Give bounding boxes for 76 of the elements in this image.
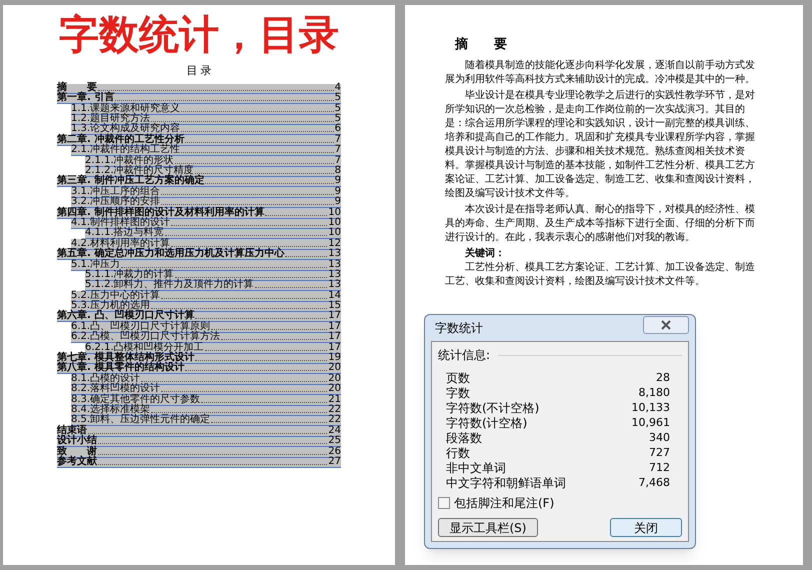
stat-label: 中文字符和朝鲜语单词 — [446, 476, 566, 490]
toc-entry[interactable]: 结束语 — [57, 426, 87, 436]
toc-page-number: 10 — [328, 228, 341, 238]
checkbox[interactable] — [438, 497, 450, 509]
toc-page-number: 13 — [328, 270, 341, 280]
section-label: 统计信息: — [438, 347, 490, 364]
stat-label: 页数 — [446, 370, 470, 384]
toc-page-number: 22 — [328, 405, 341, 415]
close-icon — [661, 320, 671, 330]
toc-entry[interactable]: 5.1.冲压力 — [71, 260, 120, 270]
toc-page-number: 13 — [328, 280, 341, 290]
stat-label: 段落数 — [446, 430, 482, 444]
toc-entry[interactable]: 设计小结 — [57, 436, 97, 446]
toc-page-number: 10 — [328, 208, 341, 218]
toc-page-number: 17 — [328, 322, 341, 332]
stat-label: 字数 — [446, 386, 470, 400]
toc-page-number: 19 — [328, 353, 341, 364]
toc-page-number: 20 — [328, 363, 341, 374]
keywords-label: 关键词： — [464, 246, 506, 260]
toc-page-number: 26 — [328, 446, 341, 457]
toc-page-number: 17 — [328, 332, 341, 342]
toc-page-number: 17 — [328, 311, 341, 322]
toc-page-number: 6 — [334, 124, 341, 134]
stat-label: 字符数(计空格) — [446, 416, 528, 430]
keywords-text: 工艺性分析、模具工艺方案论证、工艺计算、加工设备选定、制造工艺、收集和查阅设计资料，绘图及编写设计技术文件等。 — [445, 260, 756, 288]
toc-page-number: 5 — [334, 93, 341, 104]
body-paragraph: 本次设计是在指导老师认真、耐心的指导下，对模具的经济性、模具的寿命、生产周期、及生产成本等指标下进行全面、仔细的分析下而进行设计的。在此，我表示衷心的感谢他们对我的教诲。 — [445, 202, 756, 244]
stat-label: 行数 — [446, 446, 470, 460]
toc-entry[interactable]: 参考文献 — [57, 456, 97, 467]
stat-value: 727 — [649, 446, 670, 460]
toc-page-number: 15 — [328, 301, 341, 312]
title-overlay: 字数统计，目录 — [59, 11, 339, 59]
toc-page-number: 13 — [328, 260, 341, 270]
dialog-button[interactable]: 显示工具栏(S) — [438, 518, 538, 537]
toc-page-number: 9 — [334, 176, 341, 186]
stat-label: 字符数(不计空格) — [446, 400, 540, 414]
toc-page-number: 9 — [334, 197, 341, 208]
toc-page-number: 27 — [328, 456, 341, 467]
toc-page-number: 14 — [328, 290, 341, 301]
dialog-button[interactable]: 关闭 — [610, 518, 682, 537]
stat-value: 340 — [649, 430, 670, 444]
stat-label: 非中文单词 — [446, 460, 506, 474]
toc-page-number: 7 — [334, 145, 341, 156]
close-button[interactable] — [643, 316, 689, 334]
toc-page-number: 13 — [328, 249, 341, 260]
toc-page-number: 22 — [328, 415, 341, 426]
stat-value: 7,468 — [638, 476, 670, 490]
stat-value: 10,961 — [632, 416, 670, 430]
toc-page-number: 8 — [334, 166, 341, 176]
toc-page-number: 4 — [334, 82, 341, 93]
body-paragraph: 随着模具制造的技能化逐步向科学化发展，逐渐自以前手动方式发展为利用软件等高科技方式来辅助设计的完成。冷冲模是其中的一种。 — [445, 58, 756, 86]
toc-page-number: 21 — [328, 394, 341, 405]
toc-page-number: 20 — [328, 374, 341, 384]
stat-value: 10,133 — [632, 400, 670, 414]
body-paragraph: 毕业设计是在模具专业理论教学之后进行的实践性教学环节，是对所学知识的一次总检验，是走向工作岗位前的一次实战演习。其目的是：综合运用所学课程的理论和实践知识，设计一副完整的模具训练、培养和提高自己的工作能力。巩固和扩充模具专业课程所学内容，掌握模具设计与制造的方法、步骤和相关技术规范。熟练查阅相关技术资料。掌握模具设计与制造的基本技能，如制件工艺性分析、模具工艺方案论证、工艺计算、加工设备选定、制造工艺、收集和查阅设计资料，绘图及编写设计技术文件等。 — [445, 88, 756, 200]
toc-page-number: 7 — [334, 156, 341, 166]
stat-value: 8,180 — [638, 386, 670, 400]
toc-page-number: 10 — [328, 218, 341, 228]
toc-page-number: 7 — [334, 134, 341, 145]
toc-entry[interactable]: 致 谢 — [57, 446, 97, 457]
dialog-title: 字数统计 — [434, 320, 483, 337]
stat-value: 712 — [649, 460, 670, 474]
toc-page-number: 12 — [328, 238, 341, 249]
stat-value: 28 — [656, 370, 670, 384]
toc-page-number: 24 — [328, 426, 341, 436]
checkbox-label: 包括脚注和尾注(F) — [454, 495, 554, 512]
toc-page-number: 5 — [334, 104, 341, 114]
toc-page-number: 17 — [328, 342, 341, 353]
abstract-heading: 摘 要 — [454, 36, 508, 54]
toc-page-number: 9 — [334, 186, 341, 197]
toc-page-number: 5 — [334, 114, 341, 124]
toc-heading: 目 录 — [186, 63, 212, 79]
toc-entry[interactable]: 第一章. 引言 — [57, 93, 114, 104]
toc-page-number: 25 — [328, 436, 341, 446]
toc-page-number: 20 — [328, 384, 341, 394]
toc-entry[interactable]: 摘 要 — [57, 82, 97, 93]
